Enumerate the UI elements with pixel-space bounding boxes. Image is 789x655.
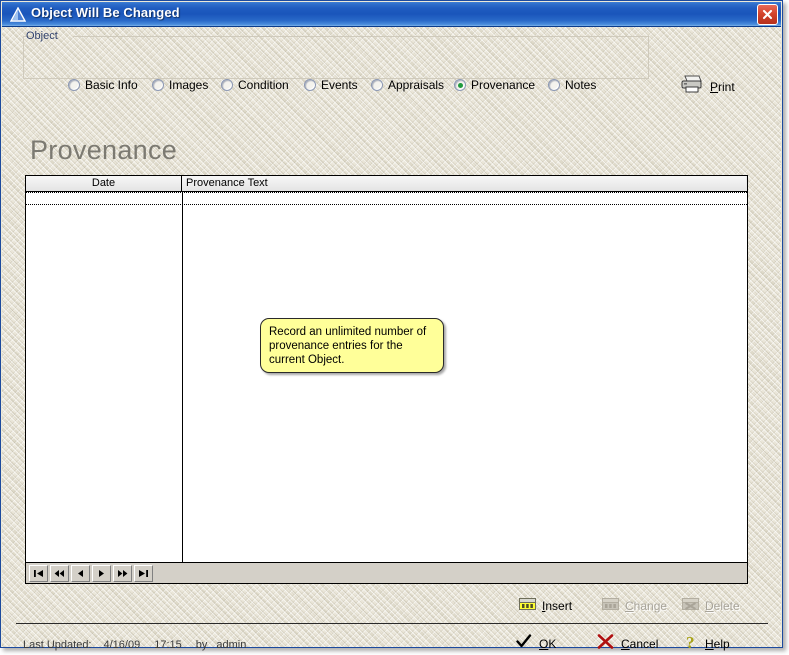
bottom-divider xyxy=(16,623,768,624)
insert-button[interactable]: Insert xyxy=(519,597,572,615)
sidebar-item-notes[interactable]: Notes xyxy=(548,77,596,93)
ok-label: OK xyxy=(539,637,557,651)
sidebar-item-basic-info[interactable]: Basic Info xyxy=(68,77,138,93)
last-updated-user: admin xyxy=(216,639,247,651)
radio-icon xyxy=(548,79,560,91)
grid-body[interactable] xyxy=(26,192,747,562)
close-icon[interactable] xyxy=(757,4,778,25)
x-icon xyxy=(597,634,614,654)
column-header-date[interactable]: Date xyxy=(26,176,182,191)
sidebar-item-appraisals[interactable]: Appraisals xyxy=(371,77,444,93)
status-bar: Last Updated: 4/16/09 17:15 by admin xyxy=(23,639,246,651)
sidebar-item-provenance[interactable]: Provenance xyxy=(454,77,535,93)
change-icon xyxy=(602,596,619,616)
next-record-button[interactable] xyxy=(92,564,111,582)
tab-label: Notes xyxy=(565,78,597,92)
tab-label: Condition xyxy=(238,78,289,92)
radio-icon xyxy=(304,79,316,91)
delete-button[interactable]: Delete xyxy=(682,597,740,615)
insert-icon xyxy=(519,596,536,616)
window-title: Object Will Be Changed xyxy=(31,5,180,20)
check-icon xyxy=(516,634,532,654)
print-label: Print xyxy=(710,79,735,94)
first-record-button[interactable] xyxy=(29,564,48,582)
tab-label: Images xyxy=(169,78,209,92)
triangle-icon xyxy=(9,6,27,22)
radio-icon xyxy=(371,79,383,91)
table-row[interactable] xyxy=(26,192,747,205)
change-label: Change xyxy=(625,599,668,613)
last-updated-date: 4/16/09 xyxy=(103,639,141,651)
object-group-label: Object xyxy=(26,30,58,42)
print-button[interactable]: Print xyxy=(680,74,735,99)
dialog-window: Object Will Be Changed Object Basic Info… xyxy=(0,0,783,652)
help-button[interactable]: ? Help xyxy=(685,633,730,655)
column-header-provenance-text[interactable]: Provenance Text xyxy=(182,176,746,191)
ok-button[interactable]: OK xyxy=(516,634,556,654)
tab-label: Basic Info xyxy=(85,78,138,92)
change-button[interactable]: Change xyxy=(602,597,667,615)
sidebar-item-condition[interactable]: Condition xyxy=(221,77,289,93)
prior-record-button[interactable] xyxy=(71,564,90,582)
tab-label: Events xyxy=(321,78,358,92)
grid-column-divider xyxy=(182,192,183,562)
insert-label: Insert xyxy=(542,599,573,613)
printer-icon xyxy=(680,74,704,99)
prior-page-button[interactable] xyxy=(50,564,69,582)
delete-label: Delete xyxy=(705,599,740,613)
question-icon: ? xyxy=(685,633,698,655)
provenance-grid[interactable]: Date Provenance Text xyxy=(25,175,748,584)
tooltip-callout: Record an unlimited number of provenance… xyxy=(260,318,444,373)
radio-icon xyxy=(68,79,80,91)
tab-label: Appraisals xyxy=(388,78,445,92)
tab-label: Provenance xyxy=(471,78,536,92)
radio-selected-icon xyxy=(454,79,466,91)
last-updated-label: Last Updated: xyxy=(23,639,92,651)
radio-icon xyxy=(221,79,233,91)
svg-text:?: ? xyxy=(686,634,695,650)
next-page-button[interactable] xyxy=(113,564,132,582)
cancel-label: Cancel xyxy=(621,637,659,651)
sidebar-item-images[interactable]: Images xyxy=(152,77,208,93)
help-label: Help xyxy=(705,637,730,651)
grid-header-row: Date Provenance Text xyxy=(26,176,747,192)
object-group-box xyxy=(23,36,649,79)
last-updated-time: 17:15 xyxy=(154,639,182,651)
page-title: Provenance xyxy=(30,135,178,165)
by-label: by xyxy=(195,639,208,651)
last-record-button[interactable] xyxy=(134,564,153,582)
sidebar-item-events[interactable]: Events xyxy=(304,77,358,93)
client-area: Object Basic Info Images Condition Event… xyxy=(2,27,781,652)
cancel-button[interactable]: Cancel xyxy=(597,634,658,654)
title-bar[interactable]: Object Will Be Changed xyxy=(2,2,781,27)
delete-icon xyxy=(682,596,699,616)
radio-icon xyxy=(152,79,164,91)
grid-navigator xyxy=(26,562,747,583)
